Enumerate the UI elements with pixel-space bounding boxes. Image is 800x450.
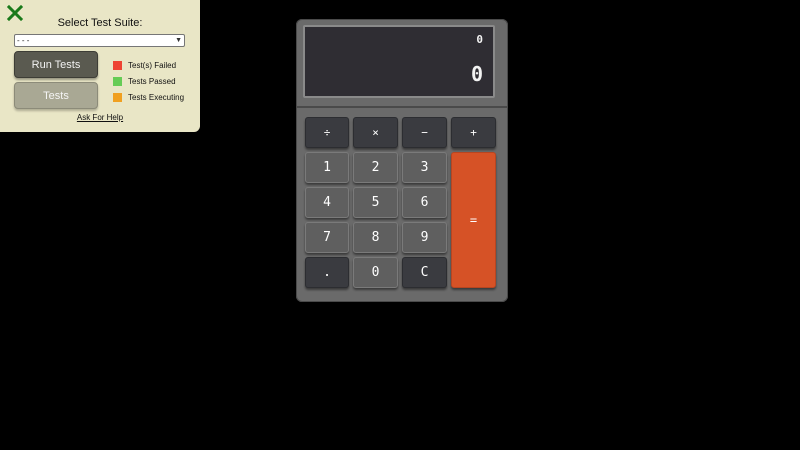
failed-swatch-icon: [113, 60, 122, 70]
legend-executing: Tests Executing: [113, 89, 184, 105]
ask-for-help-link[interactable]: Ask For Help: [0, 113, 200, 122]
clear-button[interactable]: C: [402, 257, 447, 288]
key-4[interactable]: 4: [305, 187, 349, 218]
executing-swatch-icon: [113, 92, 122, 102]
equals-button[interactable]: =: [451, 152, 496, 288]
test-status-legend: Test(s) Failed Tests Passed Tests Execut…: [113, 57, 184, 105]
key-1[interactable]: 1: [305, 152, 349, 183]
legend-passed: Tests Passed: [113, 73, 184, 89]
legend-passed-label: Tests Passed: [128, 76, 176, 86]
tests-button[interactable]: Tests: [14, 82, 98, 109]
test-panel: Select Test Suite: - - - ▼ Run Tests Tes…: [0, 0, 200, 132]
legend-failed-label: Test(s) Failed: [128, 60, 177, 70]
calculator: 0 0 ÷ × − + 1 2 3 4 5 6 7 8 9 . 0 C =: [296, 19, 508, 302]
test-suite-select-value: - - -: [17, 36, 30, 45]
display-area: 0 0: [296, 19, 508, 108]
key-2[interactable]: 2: [353, 152, 398, 183]
legend-executing-label: Tests Executing: [128, 92, 185, 102]
legend-failed: Test(s) Failed: [113, 57, 184, 73]
key-9[interactable]: 9: [402, 222, 447, 253]
display-expression: 0: [476, 33, 483, 46]
key-3[interactable]: 3: [402, 152, 447, 183]
key-0[interactable]: 0: [353, 257, 398, 288]
add-button[interactable]: +: [451, 117, 496, 148]
decimal-button[interactable]: .: [305, 257, 349, 288]
display-screen: 0 0: [303, 25, 495, 98]
key-6[interactable]: 6: [402, 187, 447, 218]
key-8[interactable]: 8: [353, 222, 398, 253]
key-7[interactable]: 7: [305, 222, 349, 253]
subtract-button[interactable]: −: [402, 117, 447, 148]
test-suite-select[interactable]: - - - ▼: [14, 34, 185, 47]
key-5[interactable]: 5: [353, 187, 398, 218]
passed-swatch-icon: [113, 76, 122, 86]
divide-button[interactable]: ÷: [305, 117, 349, 148]
multiply-button[interactable]: ×: [353, 117, 398, 148]
chevron-down-icon: ▼: [175, 37, 182, 44]
run-tests-button[interactable]: Run Tests: [14, 51, 98, 78]
display-value: 0: [470, 62, 483, 86]
panel-title: Select Test Suite:: [57, 17, 143, 29]
